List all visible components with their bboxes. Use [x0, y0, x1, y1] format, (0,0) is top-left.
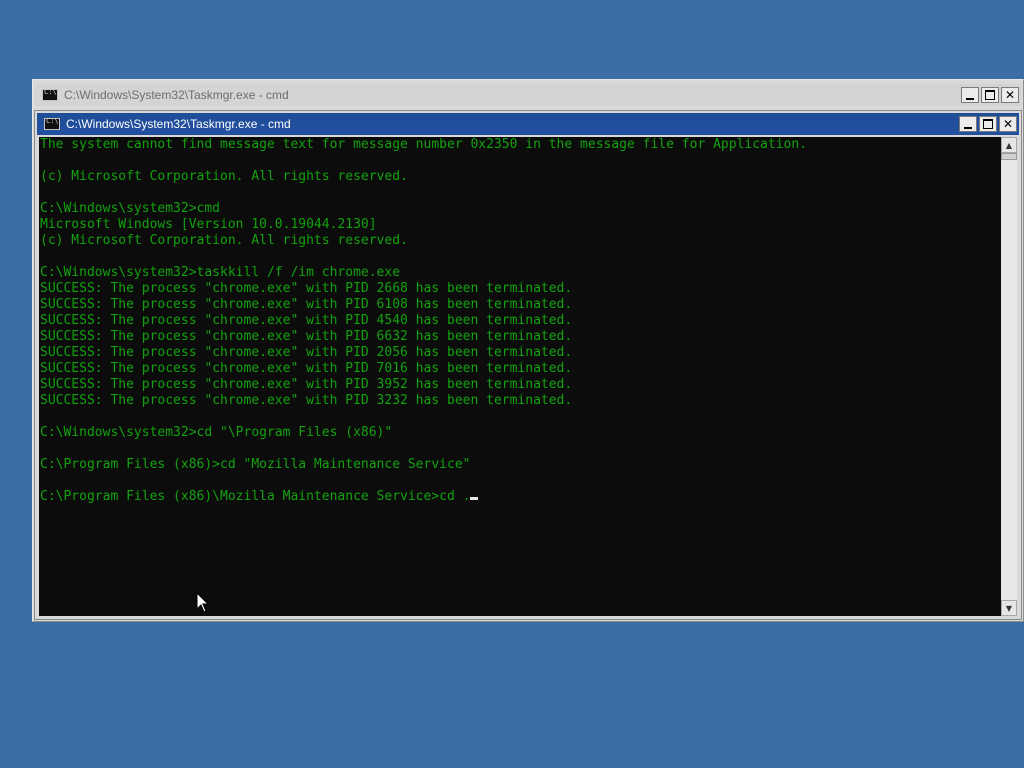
minimize-icon — [964, 126, 972, 129]
window-titlebar[interactable]: C:\Windows\System32\Taskmgr.exe - cmd ✕ — [37, 113, 1019, 135]
minimize-button[interactable] — [959, 116, 977, 132]
console-output[interactable]: The system cannot find message text for … — [39, 137, 1001, 616]
close-button[interactable]: ✕ — [999, 116, 1017, 132]
maximize-button[interactable] — [979, 116, 997, 132]
minimize-icon — [966, 97, 974, 100]
console-line: C:\Windows\system32>taskkill /f /im chro… — [40, 265, 401, 280]
command-prompt-text: C:\Program Files (x86)\Mozilla Maintenan… — [40, 489, 471, 504]
cmd-app-icon — [42, 88, 58, 101]
cmd-app-icon — [44, 117, 60, 130]
background-window-titlebar[interactable]: C:\Windows\System32\Taskmgr.exe - cmd ✕ — [35, 84, 1021, 106]
console-line: SUCCESS: The process "chrome.exe" with P… — [40, 297, 573, 312]
scroll-up-button[interactable]: ▲ — [1001, 137, 1017, 153]
close-icon: ✕ — [1002, 117, 1014, 131]
console-line: SUCCESS: The process "chrome.exe" with P… — [40, 345, 573, 360]
console-line: (c) Microsoft Corporation. All rights re… — [40, 233, 408, 248]
scroll-down-button[interactable]: ▼ — [1001, 600, 1017, 616]
console-line: Microsoft Windows [Version 10.0.19044.21… — [40, 217, 377, 232]
maximize-button[interactable] — [981, 87, 999, 103]
window-title: C:\Windows\System32\Taskmgr.exe - cmd — [66, 117, 291, 131]
console-line: SUCCESS: The process "chrome.exe" with P… — [40, 281, 573, 296]
console-line: (c) Microsoft Corporation. All rights re… — [40, 169, 408, 184]
vertical-scrollbar[interactable]: ▲ ▼ — [1001, 137, 1017, 616]
console-lines: The system cannot find message text for … — [40, 137, 807, 505]
arrow-down-icon: ▼ — [1005, 603, 1013, 613]
console-line: SUCCESS: The process "chrome.exe" with P… — [40, 377, 573, 392]
console-line: C:\Windows\system32>cmd — [40, 201, 221, 216]
scrollbar-thumb[interactable] — [1001, 153, 1017, 160]
maximize-icon — [985, 90, 995, 100]
console-line: C:\Program Files (x86)>cd "Mozilla Maint… — [40, 457, 471, 472]
text-cursor — [470, 497, 479, 500]
minimize-button[interactable] — [961, 87, 979, 103]
close-icon: ✕ — [1004, 88, 1016, 102]
cmd-window[interactable]: C:\Windows\System32\Taskmgr.exe - cmd ✕ … — [34, 110, 1022, 620]
maximize-icon — [983, 119, 993, 129]
close-button[interactable]: ✕ — [1001, 87, 1019, 103]
console-line: SUCCESS: The process "chrome.exe" with P… — [40, 393, 573, 408]
background-window-title: C:\Windows\System32\Taskmgr.exe - cmd — [64, 88, 289, 102]
console-line: C:\Windows\system32>cd "\Program Files (… — [40, 425, 393, 440]
console-line: SUCCESS: The process "chrome.exe" with P… — [40, 313, 573, 328]
mouse-pointer-icon — [196, 592, 210, 613]
console-line: SUCCESS: The process "chrome.exe" with P… — [40, 329, 573, 344]
console-line: SUCCESS: The process "chrome.exe" with P… — [40, 361, 573, 376]
background-window-controls: ✕ — [961, 87, 1019, 103]
window-controls: ✕ — [959, 116, 1017, 132]
arrow-up-icon: ▲ — [1005, 140, 1013, 150]
command-prompt-line[interactable]: C:\Program Files (x86)\Mozilla Maintenan… — [40, 489, 807, 505]
console-line: The system cannot find message text for … — [40, 137, 808, 152]
